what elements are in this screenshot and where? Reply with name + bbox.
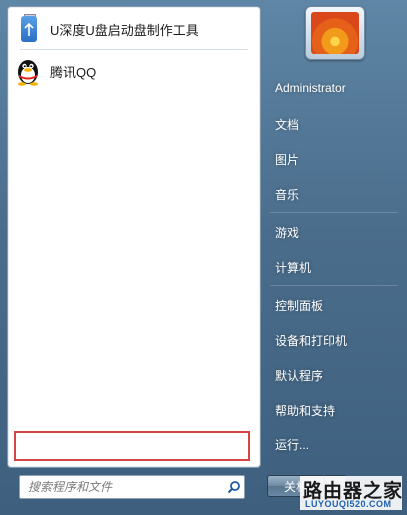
program-separator [20,49,248,50]
program-item-qq[interactable]: 腾讯QQ [12,53,254,89]
program-label: U深度U盘启动盘制作工具 [50,22,199,38]
search-input[interactable] [20,479,224,495]
menu-item-run[interactable]: 运行... [270,430,398,458]
programs-pane: U深度U盘启动盘制作工具 腾讯QQ [7,6,261,468]
menu-item-computer[interactable]: 计算机 [270,253,398,281]
menu-item-music[interactable]: 音乐 [270,180,398,208]
menu-item-default-programs[interactable]: 默认程序 [270,361,398,389]
watermark: 路由器之家 LUYOUQI520.COM [300,476,402,510]
user-avatar[interactable] [305,6,365,60]
program-label: 腾讯QQ [50,64,97,80]
all-programs-highlight[interactable] [14,431,250,461]
menu-item-control-panel[interactable]: 控制面板 [270,291,398,319]
menu-separator [270,212,398,213]
magnifier-icon[interactable] [224,477,244,497]
menu-item-pictures[interactable]: 图片 [270,145,398,173]
menu-item-documents[interactable]: 文档 [270,110,398,138]
menu-item-help-support[interactable]: 帮助和支持 [270,396,398,424]
menu-item-username[interactable]: Administrator [270,74,398,102]
usb-drive-icon [14,14,44,44]
program-item-udeep[interactable]: U深度U盘启动盘制作工具 [12,11,254,47]
flower-avatar-icon [311,12,359,54]
qq-penguin-icon [14,56,44,86]
watermark-url: LUYOUQI520.COM [305,499,392,509]
menu-item-devices-printers[interactable]: 设备和打印机 [270,326,398,354]
menu-item-games[interactable]: 游戏 [270,218,398,246]
search-box[interactable] [19,475,245,499]
menu-separator [270,285,398,286]
